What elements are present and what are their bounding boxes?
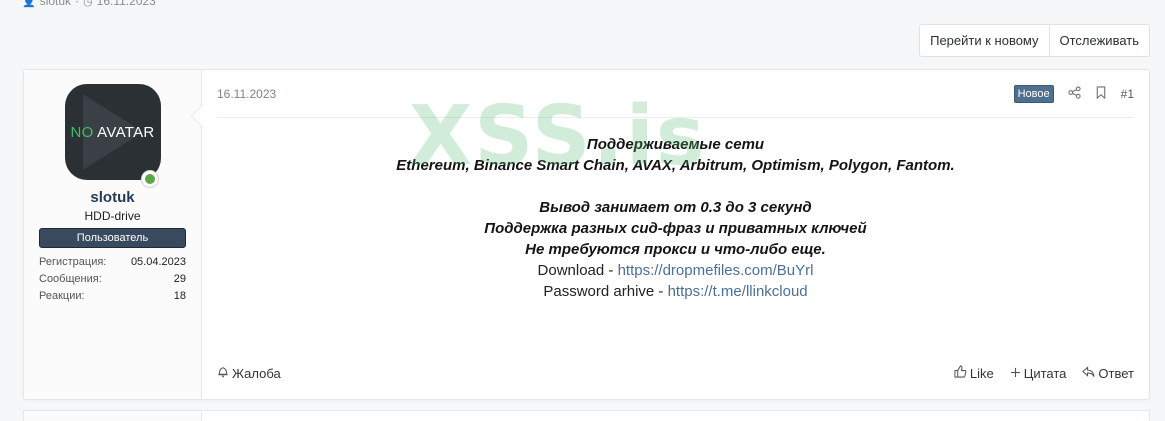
clock-icon: ◷ [83,0,93,8]
password-line: Password arhive - https://t.me/llinkclou… [543,283,808,300]
like-button[interactable]: Like [954,365,994,381]
post: NO AVATAR slotuk HDD-drive Пользователь … [23,69,1150,400]
goto-new-button[interactable]: Перейти к новому [919,24,1050,57]
post-body: XSS.is Поддерживаемые сети Ethereum, Bin… [217,96,1134,302]
share-icon[interactable] [1068,85,1081,102]
username[interactable]: slotuk [24,189,201,206]
stat-registration: Регистрация: 05.04.2023 [39,256,186,268]
body-line-proxy: Не требуются прокси и что-либо еще. [525,241,826,258]
quote-button[interactable]: Цитата [1010,365,1066,381]
body-line-seeds: Поддержка разных сид-фраз и приватных кл… [484,220,867,237]
download-line: Download - https://dropmefiles.com/BuYrl [537,262,814,279]
thumbs-up-icon [954,365,967,381]
avatar-text: NO AVATAR [70,123,155,141]
post-header-actions: Новое #1 [1013,84,1134,103]
plus-icon [1010,366,1021,381]
post-main-cell: 16.11.2023 Новое #1 XSS.is Поддерживаемы… [202,70,1149,399]
body-line-networks: Ethereum, Binance Smart Chain, AVAX, Arb… [396,157,955,174]
new-badge: Новое [1013,84,1054,103]
stat-messages: Сообщения: 29 [39,273,186,285]
online-status-icon [140,170,159,188]
user-stats: Регистрация: 05.04.2023 Сообщения: 29 Ре… [39,254,186,305]
body-line-withdraw: Вывод занимает от 0.3 до 3 секунд [539,199,812,216]
user-title: HDD-drive [84,209,141,223]
post-footer: Жалоба Like Цитата Ответ [217,365,1134,381]
thread-actions: Перейти к новому Отслеживать [919,24,1150,57]
password-link[interactable]: https://t.me/llinkcloud [668,283,808,300]
user-icon: 👤 [22,0,36,8]
thread-meta: 👤 slotuk · ◷ 16.11.2023 [22,0,156,8]
stat-reactions: Реакции: 18 [39,290,186,302]
next-post [23,410,1150,421]
thread-date: 16.11.2023 [96,0,156,8]
reply-button[interactable]: Ответ [1082,365,1134,381]
user-banner: Пользователь [39,228,186,248]
post-number[interactable]: #1 [1121,87,1134,101]
avatar[interactable]: NO AVATAR [64,84,161,188]
next-post-user-cell [24,411,202,421]
post-header: 16.11.2023 Новое #1 [217,70,1134,118]
body-line-networks-title: Поддерживаемые сети [586,136,765,153]
download-link[interactable]: https://dropmefiles.com/BuYrl [618,262,814,279]
report-button[interactable]: Жалоба [217,365,281,381]
watch-button[interactable]: Отслеживать [1049,24,1150,57]
post-date[interactable]: 16.11.2023 [217,87,276,101]
post-user-cell: NO AVATAR slotuk HDD-drive Пользователь … [24,70,214,399]
bell-icon [217,365,229,381]
post-footer-actions: Like Цитата Ответ [954,365,1134,381]
thread-author[interactable]: slotuk [40,0,71,8]
reply-icon [1082,365,1095,381]
bookmark-icon[interactable] [1095,85,1107,102]
